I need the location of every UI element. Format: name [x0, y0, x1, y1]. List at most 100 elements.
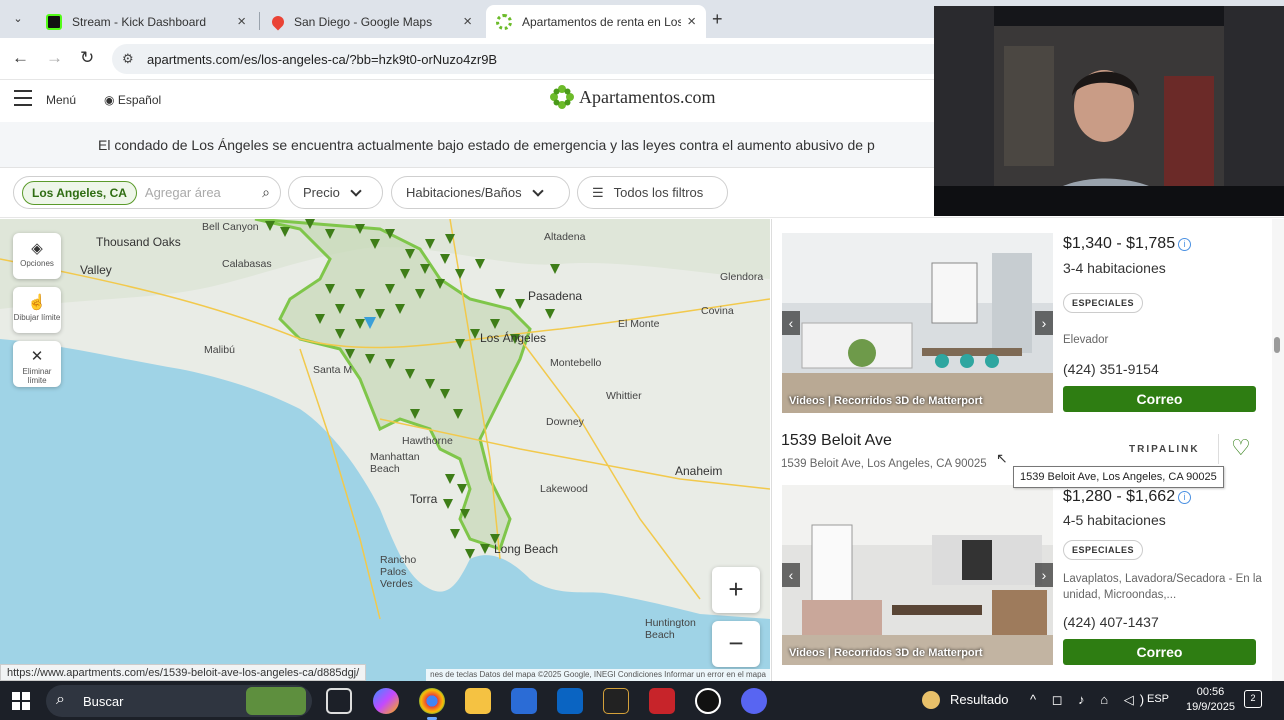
specials-badge: ESPECIALES	[1063, 293, 1144, 313]
system-tray-icons[interactable]: ^ ◻ ♪ ⌂ ◁)	[1030, 692, 1150, 708]
site-logo[interactable]: Apartamentos.com	[549, 84, 715, 110]
map-label: Malibú	[204, 344, 235, 356]
outlook-icon[interactable]	[557, 688, 583, 714]
forward-arrow-icon[interactable]: →	[46, 48, 63, 68]
zoom-out-button[interactable]: −	[712, 621, 760, 667]
listing-phone[interactable]: (424) 351-9154	[1063, 361, 1159, 377]
clear-boundary-button[interactable]: ✕ Eliminar límite	[13, 341, 61, 387]
favorite-heart-icon[interactable]: ♡	[1231, 435, 1251, 461]
tab-apartamentos[interactable]: Apartamentos de renta en Los Á ×	[486, 5, 706, 38]
close-tab-icon[interactable]: ×	[237, 13, 246, 30]
location-search[interactable]: Los Angeles, CA Agregar área ⌕	[13, 176, 281, 209]
email-button[interactable]: Correo	[1063, 639, 1256, 665]
chevron-down-icon	[531, 184, 544, 197]
previous-photo-icon[interactable]: ‹	[782, 563, 800, 587]
listing-phone[interactable]: (424) 407-1437	[1063, 614, 1159, 630]
weather-result-label[interactable]: Resultado	[950, 692, 1009, 707]
photo-tags: Videos | Recorridos 3D de Matterport	[789, 395, 983, 407]
listing-beds: 3-4 habitaciones	[1063, 260, 1166, 276]
specials-badge: ESPECIALES	[1063, 540, 1144, 560]
obs-icon[interactable]	[695, 688, 721, 714]
area-input[interactable]: Agregar área	[145, 185, 221, 200]
search-icon: ⌕	[56, 691, 65, 708]
map-label: Huntington Beach	[645, 617, 696, 641]
tab-title: Apartamentos de renta en Los Á	[522, 14, 682, 29]
map-label: Torra	[410, 492, 438, 506]
info-icon[interactable]: i	[1178, 491, 1192, 504]
scrollbar-thumb[interactable]	[1274, 337, 1280, 353]
all-filters-button[interactable]: ☰ Todos los filtros	[577, 176, 728, 209]
url-text[interactable]: apartments.com/es/los-angeles-ca/?bb=hzk…	[147, 52, 497, 67]
apartments-logo-icon	[550, 85, 574, 109]
search-label: Buscar	[83, 694, 124, 709]
new-tab-icon[interactable]: +	[712, 9, 723, 30]
divider	[1218, 434, 1219, 464]
banner-text: El condado de Los Ángeles se encuentra a…	[98, 137, 875, 153]
sliders-icon: ☰	[592, 184, 604, 200]
next-photo-icon[interactable]: ›	[1035, 563, 1053, 587]
draw-boundary-button[interactable]: ☝ Dibujar límite	[13, 287, 61, 333]
file-explorer-icon[interactable]	[465, 688, 491, 714]
tab-search-chevron-icon[interactable]: ⌄	[8, 9, 28, 29]
language-label: Español	[117, 93, 162, 107]
tab-title: San Diego - Google Maps	[294, 14, 433, 29]
map-label: Anaheim	[675, 464, 723, 478]
price-filter-button[interactable]: Precio	[288, 176, 383, 209]
apartments-favicon-icon	[496, 13, 512, 30]
map-label: Covina	[701, 305, 734, 317]
listing-photo[interactable]: ‹ › Videos | Recorridos 3D de Matterport	[782, 233, 1053, 413]
email-button[interactable]: Correo	[1063, 386, 1256, 412]
tab-kick-dashboard[interactable]: Stream - Kick Dashboard ×	[36, 5, 256, 38]
input-language[interactable]: ESP	[1147, 693, 1169, 705]
photo-tags: Videos | Recorridos 3D de Matterport	[789, 647, 983, 659]
chrome-icon[interactable]	[419, 688, 445, 720]
microsoft-store-icon[interactable]	[511, 688, 537, 714]
voicemeeter-icon[interactable]	[649, 688, 675, 714]
task-view-icon[interactable]	[326, 688, 352, 714]
info-icon[interactable]: i	[1178, 238, 1192, 251]
listing-price: $1,280 - $1,662 i	[1063, 488, 1192, 506]
location-chip[interactable]: Los Angeles, CA	[22, 180, 137, 205]
listings-scrollbar[interactable]	[1272, 219, 1284, 681]
clock[interactable]: 00:56 19/9/2025	[1186, 685, 1235, 715]
clock-time: 00:56	[1196, 686, 1225, 698]
windows-taskbar: ⌕ Buscar Resultado ^ ◻ ♪ ⌂ ◁) ESP 00:56 …	[0, 681, 1284, 720]
map-label: Lakewood	[540, 483, 588, 495]
close-tab-icon[interactable]: ×	[687, 13, 696, 30]
listing-title[interactable]: 1539 Beloit Ave	[781, 432, 892, 450]
rooms-filter-button[interactable]: Habitaciones/Baños	[391, 176, 570, 209]
map-attribution: nes de teclas Datos del mapa ©2025 Googl…	[426, 669, 770, 681]
address-bar[interactable]: ⚙ apartments.com/es/los-angeles-ca/?bb=h…	[112, 44, 952, 74]
address-tooltip: 1539 Beloit Ave, Los Angeles, CA 90025	[1013, 466, 1224, 488]
zoom-in-button[interactable]: +	[712, 567, 760, 613]
webcam-overlay	[934, 6, 1284, 216]
listing-photo[interactable]: ‹ › Videos | Recorridos 3D de Matterport	[782, 485, 1053, 665]
language-selector[interactable]: ◉ Español	[104, 93, 161, 107]
previous-photo-icon[interactable]: ‹	[782, 311, 800, 335]
map-options-button[interactable]: ◈ Opciones	[13, 233, 61, 279]
listing-amenities: Lavaplatos, Lavadora/Secadora - En la un…	[1063, 573, 1262, 601]
reload-icon[interactable]: ↻	[80, 48, 94, 68]
close-tab-icon[interactable]: ×	[463, 13, 472, 30]
notifications-icon[interactable]: 2	[1244, 690, 1262, 708]
site-settings-icon[interactable]: ⚙	[122, 51, 134, 67]
copilot-icon[interactable]	[373, 688, 399, 714]
tab-google-maps[interactable]: San Diego - Google Maps ×	[262, 5, 482, 38]
map-area[interactable]: Thousand Oaks Valley Bell Canyon Calabas…	[0, 219, 770, 681]
map-label: El Monte	[618, 318, 660, 330]
discord-icon[interactable]	[741, 688, 767, 714]
map-label: Calabasas	[222, 258, 272, 270]
next-photo-icon[interactable]: ›	[1035, 311, 1053, 335]
hamburger-menu-icon[interactable]	[14, 90, 32, 108]
listing-amenities: Elevador	[1063, 334, 1109, 346]
map-label: Bell Canyon	[202, 221, 259, 233]
league-client-icon[interactable]	[603, 688, 629, 714]
listing-price: $1,340 - $1,785 i	[1063, 235, 1192, 253]
back-arrow-icon[interactable]: ←	[12, 48, 29, 68]
windows-start-icon[interactable]	[12, 692, 30, 710]
menu-label[interactable]: Menú	[46, 93, 76, 107]
apartment-photo	[782, 485, 1053, 665]
search-icon[interactable]: ⌕	[262, 184, 270, 201]
taskbar-search[interactable]: ⌕ Buscar	[46, 685, 312, 717]
map-options-label: Opciones	[20, 259, 54, 268]
